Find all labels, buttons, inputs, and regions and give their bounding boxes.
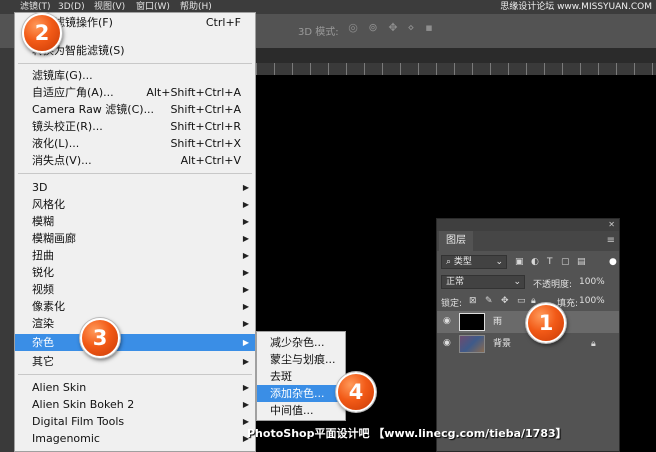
watermark-footer: PhotoShop平面设计吧 【www.linecg.com/tieba/178… — [247, 427, 567, 440]
smart-filter-icon[interactable]: ▤ — [577, 257, 586, 267]
3d-orbit-icon[interactable]: ◎ — [346, 21, 360, 35]
lock-icon: 🔒︎ — [591, 339, 596, 349]
step-badge-1: 1 — [526, 303, 566, 343]
menu-item-noise[interactable]: 杂色 ▶ — [15, 334, 255, 351]
menu-item-3d[interactable]: 3D ▶ — [15, 179, 255, 196]
opacity-label: 不透明度: — [533, 280, 573, 290]
submenu-item-median[interactable]: 中间值... — [257, 402, 345, 419]
layer-name: 雨 — [493, 317, 503, 327]
type-filter-icon[interactable]: T — [547, 257, 553, 267]
submenu-arrow-icon: ▶ — [242, 251, 249, 260]
3d-mode-label: 3D 模式: — [298, 27, 339, 38]
submenu-arrow-icon: ▶ — [242, 319, 249, 328]
layer-filter-value: 类型 — [453, 257, 472, 267]
menu-item-adaptive-wide-angle[interactable]: 自适应广角(A)... Alt+Shift+Ctrl+A — [15, 84, 255, 101]
step-badge-3: 3 — [80, 318, 120, 358]
menu-item-liquify[interactable]: 液化(L)... Shift+Ctrl+X — [15, 135, 255, 152]
eye-icon[interactable]: ◉ — [443, 316, 451, 326]
menu-item-digital-film-tools[interactable]: Digital Film Tools ▶ — [15, 413, 255, 430]
submenu-item-reduce-noise[interactable]: 减少杂色... — [257, 334, 345, 351]
panel-menu-icon[interactable]: ≡ — [607, 235, 615, 246]
menu-item-lens-correction[interactable]: 镜头校正(R)... Shift+Ctrl+R — [15, 118, 255, 135]
3d-slide-icon[interactable]: ⋄ — [404, 21, 418, 35]
layer-thumbnail — [459, 335, 485, 353]
submenu-arrow-icon: ▶ — [242, 183, 249, 192]
lock-label: 锁定: — [441, 299, 463, 309]
menu-item-pixelate[interactable]: 像素化 ▶ — [15, 298, 255, 315]
menu-separator — [18, 173, 252, 174]
submenu-arrow-icon: ▶ — [242, 338, 249, 347]
submenu-arrow-icon: ▶ — [242, 357, 249, 366]
submenu-item-dust-scratches[interactable]: 蒙尘与划痕... — [257, 351, 345, 368]
shape-filter-icon[interactable]: ▢ — [561, 257, 570, 267]
submenu-arrow-icon: ▶ — [242, 400, 249, 409]
lock-transparent-icon[interactable]: ⊠ — [469, 296, 477, 306]
submenu-arrow-icon: ▶ — [242, 217, 249, 226]
tab-layers[interactable]: 图层 — [439, 231, 473, 251]
blend-mode-value: 正常 — [446, 277, 465, 287]
menu-item-alien-skin[interactable]: Alien Skin ▶ — [15, 379, 255, 396]
blend-mode-select[interactable]: 正常 ⌄ — [441, 275, 525, 289]
filter-menu: 上次滤镜操作(F) Ctrl+F 转换为智能滤镜(S) 滤镜库(G)... 自适应… — [14, 12, 256, 452]
menu-item-filter-gallery[interactable]: 滤镜库(G)... — [15, 67, 255, 84]
submenu-arrow-icon: ▶ — [242, 268, 249, 277]
menu-item-other[interactable]: 其它 ▶ — [15, 353, 255, 370]
layer-row-background[interactable]: ◉ 背景 🔒︎ — [437, 333, 619, 355]
pixel-filter-icon[interactable]: ▣ — [515, 257, 524, 267]
menu-item-blur-gallery[interactable]: 模糊画廊 ▶ — [15, 230, 255, 247]
step-badge-4: 4 — [336, 372, 376, 412]
submenu-item-despeckle[interactable]: 去斑 — [257, 368, 345, 385]
menu-item-sharpen[interactable]: 锐化 ▶ — [15, 264, 255, 281]
step-badge-2: 2 — [22, 13, 62, 53]
menu-item-render[interactable]: 渲染 ▶ — [15, 315, 255, 332]
chevron-down-icon: ⌄ — [495, 257, 503, 267]
submenu-arrow-icon: ▶ — [242, 302, 249, 311]
menu-item-blur[interactable]: 模糊 ▶ — [15, 213, 255, 230]
lock-artboard-icon[interactable]: ▭ — [517, 296, 526, 306]
fill-label: 填充: — [557, 299, 579, 309]
layer-name: 背景 — [493, 339, 512, 349]
menu-item-camera-raw[interactable]: Camera Raw 滤镜(C)... Shift+Ctrl+A — [15, 101, 255, 118]
watermark-top: 思缘设计论坛 www.MISSYUAN.COM — [500, 2, 652, 12]
layer-thumbnail — [459, 313, 485, 331]
menu-separator — [18, 63, 252, 64]
submenu-arrow-icon: ▶ — [242, 383, 249, 392]
noise-submenu: 减少杂色... 蒙尘与划痕... 去斑 添加杂色... 中间值... — [256, 331, 346, 421]
toolbar-strip — [0, 48, 14, 452]
layers-panel: ✕ 图层 ≡ ⌕ 类型 ⌄ ▣ ◐ T ▢ ▤ ● 正常 ⌄ 不透明度: 100… — [436, 218, 620, 452]
submenu-arrow-icon: ▶ — [242, 234, 249, 243]
3d-pan-icon[interactable]: ✥ — [386, 21, 400, 35]
submenu-arrow-icon: ▶ — [242, 200, 249, 209]
fill-field[interactable]: 100% — [579, 296, 605, 306]
menu-item-distort[interactable]: 扭曲 ▶ — [15, 247, 255, 264]
adjustment-filter-icon[interactable]: ◐ — [531, 257, 539, 267]
lock-all-icon[interactable]: 🔒︎ — [531, 296, 536, 306]
lock-pixels-icon[interactable]: ✎ — [485, 296, 493, 306]
search-icon: ⌕ — [446, 257, 452, 267]
menu-item-stylize[interactable]: 风格化 ▶ — [15, 196, 255, 213]
menu-separator — [18, 374, 252, 375]
menu-item-video[interactable]: 视频 ▶ — [15, 281, 255, 298]
lock-position-icon[interactable]: ✥ — [501, 296, 509, 306]
close-icon[interactable]: ✕ — [608, 219, 615, 231]
chevron-down-icon: ⌄ — [513, 277, 521, 287]
submenu-item-add-noise[interactable]: 添加杂色... — [257, 385, 345, 402]
layer-filter-select[interactable]: ⌕ 类型 ⌄ — [441, 255, 507, 269]
filter-toggle-icon[interactable]: ● — [609, 257, 617, 267]
menu-item-vanishing-point[interactable]: 消失点(V)... Alt+Ctrl+V — [15, 152, 255, 169]
eye-icon[interactable]: ◉ — [443, 338, 451, 348]
3d-roll-icon[interactable]: ⊚ — [366, 21, 380, 35]
horizontal-ruler — [256, 63, 656, 75]
3d-scale-icon[interactable]: ▪ — [422, 21, 436, 35]
panel-title-bar: ✕ — [437, 219, 619, 231]
menu-item-alien-skin-bokeh[interactable]: Alien Skin Bokeh 2 ▶ — [15, 396, 255, 413]
menu-item-imagenomic[interactable]: Imagenomic ▶ — [15, 430, 255, 447]
submenu-arrow-icon: ▶ — [242, 285, 249, 294]
opacity-field[interactable]: 100% — [579, 277, 605, 287]
